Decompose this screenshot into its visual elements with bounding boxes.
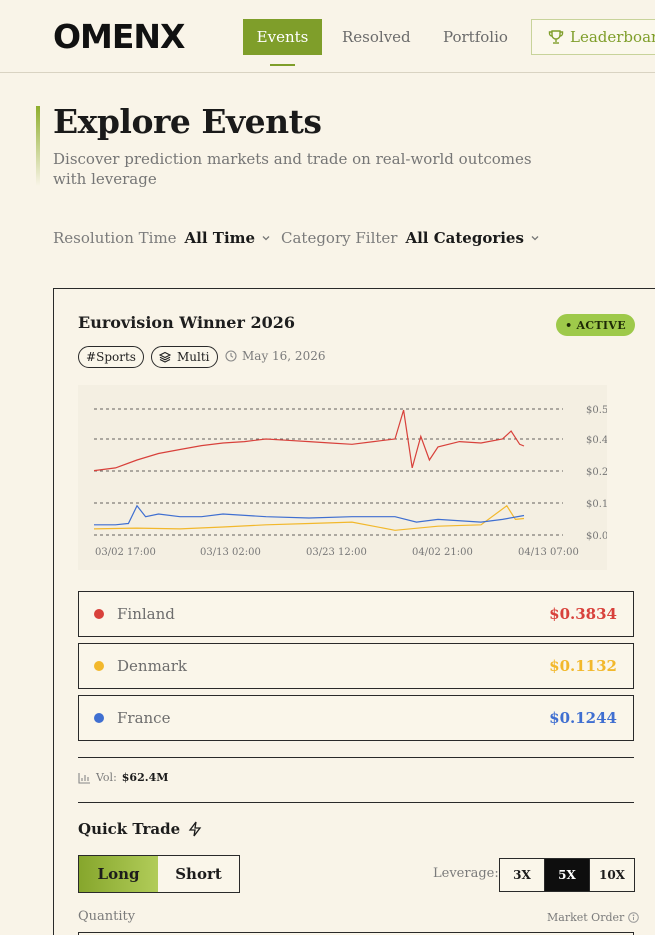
info-icon[interactable] <box>628 912 640 923</box>
outcome-price: $0.3834 <box>549 605 617 623</box>
outcome-color-dot <box>94 713 104 723</box>
leaderboard-label: Leaderboard <box>570 28 655 46</box>
logo[interactable]: OMENX <box>53 17 185 56</box>
category-filter-value: All Categories <box>405 229 524 247</box>
leverage-3x-button[interactable]: 3X <box>500 859 545 891</box>
series-line-france <box>94 504 525 526</box>
price-chart[interactable]: $0.5242 $0.4063 $0.2883 $0.1704 $0.0525 03/02… <box>78 385 607 570</box>
quick-trade-title: Quick Trade <box>78 820 181 838</box>
outcome-price: $0.1132 <box>549 657 617 675</box>
page-subtitle: Discover prediction markets and trade on… <box>53 150 532 188</box>
y-tick-label: $0.1704 <box>586 499 607 510</box>
volume-label: Vol: <box>96 771 117 784</box>
volume-value: $62.4M <box>121 771 169 784</box>
x-tick-label: 04/13 07:00 <box>518 547 579 558</box>
tab-events[interactable]: Events <box>243 19 322 55</box>
status-badge: • ACTIVE <box>556 314 635 336</box>
top-nav: OMENX Events Resolved Portfolio Leaderbo… <box>0 0 655 73</box>
y-tick-label: $0.0525 <box>586 531 607 542</box>
lightning-icon <box>188 821 202 837</box>
price-chart-svg: $0.5242 $0.4063 $0.2883 $0.1704 $0.0525 03/02… <box>93 405 607 558</box>
long-short-toggle: Long Short <box>78 855 240 893</box>
chevron-down-icon <box>531 236 539 241</box>
x-tick-label: 03/02 17:00 <box>95 547 156 558</box>
tag-multi-label: Multi <box>177 350 210 364</box>
outcome-name: France <box>117 709 171 727</box>
long-button[interactable]: Long <box>79 856 158 892</box>
divider <box>78 802 634 803</box>
chevron-down-icon <box>262 236 270 241</box>
market-order-text: Market Order <box>547 911 625 924</box>
resolution-time-label: Resolution Time <box>53 229 177 247</box>
x-tick-label: 03/13 02:00 <box>200 547 261 558</box>
leverage-10x-button[interactable]: 10X <box>590 859 634 891</box>
outcome-price: $0.1244 <box>549 709 617 727</box>
event-card[interactable]: Eurovision Winner 2026 • ACTIVE #Sports … <box>53 288 655 935</box>
active-tab-indicator <box>270 64 295 66</box>
leverage-selector: 3X 5X 10X <box>499 858 635 892</box>
outcome-color-dot <box>94 609 104 619</box>
tab-portfolio[interactable]: Portfolio <box>443 28 508 46</box>
y-tick-label: $0.5242 <box>586 405 607 416</box>
quantity-label: Quantity <box>78 909 136 924</box>
x-tick-label: 04/02 21:00 <box>412 547 473 558</box>
outcome-option[interactable]: Finland $0.3834 <box>78 591 634 637</box>
logo-text: OMENX <box>53 17 185 56</box>
divider <box>78 757 634 758</box>
title-accent-bar <box>36 106 40 186</box>
trophy-icon <box>548 30 564 44</box>
event-title[interactable]: Eurovision Winner 2026 <box>78 313 295 332</box>
outcome-option[interactable]: France $0.1244 <box>78 695 634 741</box>
event-date-text: May 16, 2026 <box>242 349 326 363</box>
outcome-name: Finland <box>117 605 175 623</box>
short-button[interactable]: Short <box>158 856 239 892</box>
series-line-finland <box>93 409 525 472</box>
quick-trade-heading: Quick Trade <box>78 820 202 838</box>
volume-info: Vol: $62.4M <box>78 771 168 784</box>
outcome-name: Denmark <box>117 657 187 675</box>
leverage-5x-button[interactable]: 5X <box>545 859 590 891</box>
tag-sports[interactable]: #Sports <box>78 346 144 368</box>
tag-multi: Multi <box>151 346 218 368</box>
resolution-time-filter[interactable]: Resolution Time All Time <box>53 229 271 247</box>
category-filter[interactable]: Category Filter All Categories <box>281 229 540 247</box>
event-date: May 16, 2026 <box>225 349 325 363</box>
market-order-label: Market Order <box>547 911 640 924</box>
resolution-time-value: All Time <box>184 229 256 247</box>
bar-chart-icon <box>78 772 90 784</box>
leverage-label: Leverage: <box>433 866 499 881</box>
outcome-color-dot <box>94 661 104 671</box>
y-tick-label: $0.2883 <box>586 467 607 478</box>
y-tick-label: $0.4063 <box>586 435 607 446</box>
tab-resolved[interactable]: Resolved <box>342 28 411 46</box>
layers-icon <box>159 351 171 363</box>
x-tick-label: 03/23 12:00 <box>306 547 367 558</box>
clock-icon <box>225 350 237 362</box>
outcome-option[interactable]: Denmark $0.1132 <box>78 643 634 689</box>
category-filter-label: Category Filter <box>281 229 398 247</box>
leaderboard-button[interactable]: Leaderboard <box>531 19 655 55</box>
page-title: Explore Events <box>53 102 322 141</box>
